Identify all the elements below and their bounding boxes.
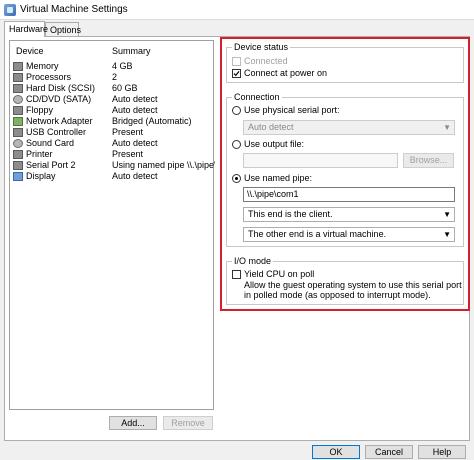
device-summary: Auto detect — [112, 171, 158, 181]
device-name: Display — [26, 171, 56, 181]
browse-button[interactable]: Browse... — [403, 153, 454, 168]
ok-button[interactable]: OK — [312, 445, 360, 459]
chevron-down-icon: ▼ — [443, 230, 451, 239]
printer-icon — [13, 150, 23, 159]
memory-icon — [13, 62, 23, 71]
device-summary: Auto detect — [112, 105, 158, 115]
device-name: Hard Disk (SCSI) — [26, 83, 96, 93]
network-adapter-icon — [13, 117, 23, 126]
device-summary: Present — [112, 127, 144, 137]
cd-dvd-icon — [13, 95, 23, 104]
tab-options[interactable]: Options — [45, 22, 81, 36]
connection-title: Connection — [232, 92, 282, 103]
output-file-input[interactable] — [243, 153, 398, 168]
hard-disk-icon — [13, 84, 23, 93]
device-row-serial-port-2[interactable]: Serial Port 2 Using named pipe \\.\pipe\… — [13, 160, 215, 171]
device-row-floppy[interactable]: Floppy Auto detect — [13, 105, 213, 116]
device-name: Memory — [26, 61, 59, 71]
pipe-end-select[interactable]: This end is the client. ▼ — [243, 207, 455, 222]
cancel-button[interactable]: Cancel — [365, 445, 413, 459]
device-summary: 4 GB — [112, 61, 133, 71]
tab-hardware[interactable]: Hardware — [4, 21, 48, 37]
device-name: Serial Port 2 — [26, 160, 76, 170]
chevron-down-icon: ▼ — [443, 123, 451, 132]
device-row-processors[interactable]: Processors 2 — [13, 72, 213, 83]
device-name: Floppy — [26, 105, 54, 115]
device-name: Printer — [26, 149, 53, 159]
connect-at-power-on-checkbox[interactable] — [232, 69, 241, 78]
device-status-title: Device status — [232, 42, 291, 53]
sound-card-icon — [13, 139, 23, 148]
other-end-select[interactable]: The other end is a virtual machine. ▼ — [243, 227, 455, 242]
device-summary: Using named pipe \\.\pipe\co... — [112, 160, 215, 170]
vm-app-icon — [4, 4, 16, 16]
device-summary: Present — [112, 149, 144, 159]
device-row-display[interactable]: Display Auto detect — [13, 171, 213, 182]
device-summary: 60 GB — [112, 83, 138, 93]
display-icon — [13, 172, 23, 181]
named-pipe-input[interactable]: \\.\pipe\com1 — [243, 187, 455, 202]
physical-port-select[interactable]: Auto detect ▼ — [243, 120, 455, 135]
connected-label: Connected — [244, 56, 288, 66]
output-file-radio[interactable] — [232, 140, 241, 149]
io-mode-title: I/O mode — [232, 256, 274, 267]
device-summary: Bridged (Automatic) — [112, 116, 192, 126]
device-row-cd-dvd[interactable]: CD/DVD (SATA) Auto detect — [13, 94, 213, 105]
physical-port-value: Auto detect — [248, 122, 294, 132]
yield-cpu-checkbox[interactable] — [232, 270, 241, 279]
column-header-device[interactable]: Device — [16, 46, 44, 56]
device-name: CD/DVD (SATA) — [26, 94, 92, 104]
usb-icon — [13, 128, 23, 137]
other-end-value: The other end is a virtual machine. — [248, 229, 387, 239]
named-pipe-label: Use named pipe: — [244, 173, 313, 183]
device-summary: Auto detect — [112, 94, 158, 104]
pipe-end-value: This end is the client. — [248, 209, 333, 219]
connect-at-power-on-label: Connect at power on — [244, 68, 328, 78]
add-button[interactable]: Add... — [109, 416, 157, 430]
physical-serial-port-radio[interactable] — [232, 106, 241, 115]
column-header-summary[interactable]: Summary — [112, 46, 151, 56]
connection-group: Connection Use physical serial port: Aut… — [226, 92, 464, 247]
device-row-printer[interactable]: Printer Present — [13, 149, 213, 160]
title-bar: Virtual Machine Settings — [0, 0, 474, 20]
processor-icon — [13, 73, 23, 82]
device-list[interactable]: Device Summary Memory 4 GB Processors 2 … — [9, 40, 215, 410]
io-mode-group: I/O mode Yield CPU on poll Allow the gue… — [226, 256, 464, 305]
device-status-group: Device status Connected Connect at power… — [226, 42, 464, 83]
chevron-down-icon: ▼ — [443, 210, 451, 219]
device-list-header: Device Summary — [16, 46, 213, 58]
output-file-label: Use output file: — [244, 139, 305, 149]
io-mode-description: Allow the guest operating system to use … — [244, 280, 462, 300]
device-summary: Auto detect — [112, 138, 158, 148]
remove-button[interactable]: Remove — [163, 416, 213, 430]
named-pipe-radio[interactable] — [232, 174, 241, 183]
help-button[interactable]: Help — [418, 445, 466, 459]
device-name: USB Controller — [26, 127, 87, 137]
physical-serial-port-label: Use physical serial port: — [244, 105, 340, 115]
device-summary: 2 — [112, 72, 118, 82]
device-name: Processors — [26, 72, 72, 82]
floppy-icon — [13, 106, 23, 115]
serial-port-icon — [13, 161, 23, 170]
connected-checkbox[interactable] — [232, 57, 241, 66]
device-row-usb-controller[interactable]: USB Controller Present — [13, 127, 213, 138]
device-name: Sound Card — [26, 138, 75, 148]
checkmark-icon — [233, 71, 240, 77]
device-name: Network Adapter — [26, 116, 93, 126]
device-row-network-adapter[interactable]: Network Adapter Bridged (Automatic) — [13, 116, 213, 127]
device-row-memory[interactable]: Memory 4 GB — [13, 61, 213, 72]
device-row-hard-disk[interactable]: Hard Disk (SCSI) 60 GB — [13, 83, 213, 94]
yield-cpu-label: Yield CPU on poll — [244, 269, 315, 279]
device-row-sound-card[interactable]: Sound Card Auto detect — [13, 138, 213, 149]
window-title: Virtual Machine Settings — [20, 4, 128, 15]
